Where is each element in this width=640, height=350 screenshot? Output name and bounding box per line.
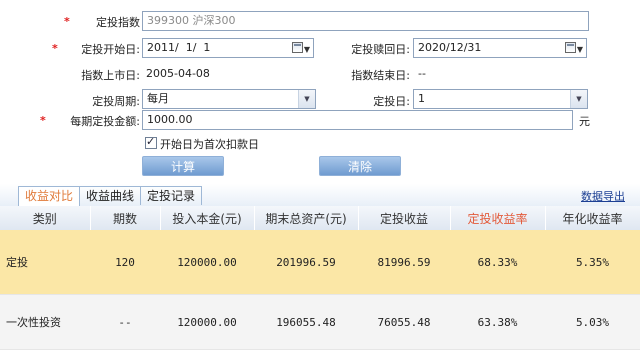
tab-return-comparison[interactable]: 收益对比 bbox=[18, 186, 81, 206]
table-cell: 68.33% bbox=[450, 230, 545, 295]
table-cell: 5.35% bbox=[545, 230, 640, 295]
invest-day-select[interactable]: 1 ▼ bbox=[413, 89, 588, 109]
chevron-down-icon[interactable]: ▼ bbox=[298, 90, 315, 108]
tab-return-curve[interactable]: 收益曲线 bbox=[79, 186, 142, 205]
index-label: 定投指数 bbox=[96, 16, 140, 29]
table-cell: 76055.48 bbox=[358, 294, 450, 350]
result-table: 类别 期数 投入本金(元) 期末总资产(元) 定投收益 定投收益率 年化收益率 … bbox=[0, 206, 640, 350]
list-date-value: 2005-04-08 bbox=[146, 67, 210, 80]
export-data-link[interactable]: 数据导出 bbox=[581, 188, 625, 204]
calendar-dropdown-icon[interactable]: ▼ bbox=[292, 41, 310, 55]
redeem-date-value: 2020/12/31 bbox=[418, 41, 482, 54]
start-date-field[interactable]: 2011/ 1/ 1 ▼ bbox=[142, 38, 314, 58]
amount-input[interactable]: 1000.00 bbox=[142, 110, 573, 130]
header-periods: 期数 bbox=[90, 206, 161, 230]
header-annual-rate: 年化收益率 bbox=[545, 206, 640, 230]
list-date-label: 指数上市日: bbox=[81, 69, 140, 82]
clear-button[interactable]: 清除 bbox=[319, 156, 401, 176]
table-cell: 120 bbox=[90, 230, 160, 295]
amount-value: 1000.00 bbox=[147, 113, 193, 126]
header-return: 定投收益 bbox=[358, 206, 451, 230]
table-header-row: 类别 期数 投入本金(元) 期末总资产(元) 定投收益 定投收益率 年化收益率 bbox=[0, 206, 640, 230]
start-date-label: 定投开始日: bbox=[81, 43, 140, 56]
calculate-button[interactable]: 计算 bbox=[142, 156, 224, 176]
table-cell: 196055.48 bbox=[254, 294, 358, 350]
table-cell: 201996.59 bbox=[254, 230, 358, 295]
invest-day-value: 1 bbox=[418, 92, 425, 105]
table-cell: 5.03% bbox=[545, 294, 640, 350]
end-date-value: -- bbox=[418, 67, 426, 80]
period-select[interactable]: 每月 ▼ bbox=[142, 89, 316, 109]
amount-label: 每期定投金额: bbox=[70, 115, 140, 128]
amount-unit: 元 bbox=[579, 115, 590, 128]
table-cell: 63.38% bbox=[450, 294, 545, 350]
table-cell: 一次性投资 bbox=[0, 294, 90, 350]
table-cell: 81996.59 bbox=[358, 230, 450, 295]
calendar-dropdown-icon[interactable]: ▼ bbox=[565, 41, 583, 55]
first-deduct-checkbox[interactable] bbox=[145, 135, 157, 149]
first-deduct-label: 开始日为首次扣款日 bbox=[160, 138, 259, 151]
header-category: 类别 bbox=[0, 206, 91, 230]
table-cell: 120000.00 bbox=[160, 230, 254, 295]
period-label: 定投周期: bbox=[92, 95, 140, 108]
table-cell: 120000.00 bbox=[160, 294, 254, 350]
result-tab-bar: 收益对比 收益曲线 定投记录 数据导出 bbox=[0, 184, 640, 207]
invest-day-label: 定投日: bbox=[373, 95, 410, 108]
table-row[interactable]: 一次性投资 -- 120000.00 196055.48 76055.48 63… bbox=[0, 294, 640, 350]
header-principal: 投入本金(元) bbox=[160, 206, 255, 230]
redeem-date-field[interactable]: 2020/12/31 ▼ bbox=[413, 38, 587, 58]
start-date-value: 2011/ 1/ 1 bbox=[147, 41, 211, 54]
header-total-assets: 期末总资产(元) bbox=[254, 206, 359, 230]
tab-invest-records[interactable]: 定投记录 bbox=[140, 186, 203, 205]
index-placeholder: 399300 沪深300 bbox=[147, 14, 236, 27]
table-row[interactable]: 定投 120 120000.00 201996.59 81996.59 68.3… bbox=[0, 230, 640, 295]
header-return-rate[interactable]: 定投收益率 bbox=[450, 206, 546, 230]
redeem-date-label: 定投赎回日: bbox=[351, 43, 410, 56]
chevron-down-icon[interactable]: ▼ bbox=[570, 90, 587, 108]
end-date-label: 指数结束日: bbox=[351, 69, 410, 82]
index-input[interactable]: 399300 沪深300 bbox=[142, 11, 589, 31]
period-value: 每月 bbox=[147, 92, 169, 105]
table-cell: -- bbox=[90, 294, 160, 350]
table-cell: 定投 bbox=[0, 230, 90, 295]
